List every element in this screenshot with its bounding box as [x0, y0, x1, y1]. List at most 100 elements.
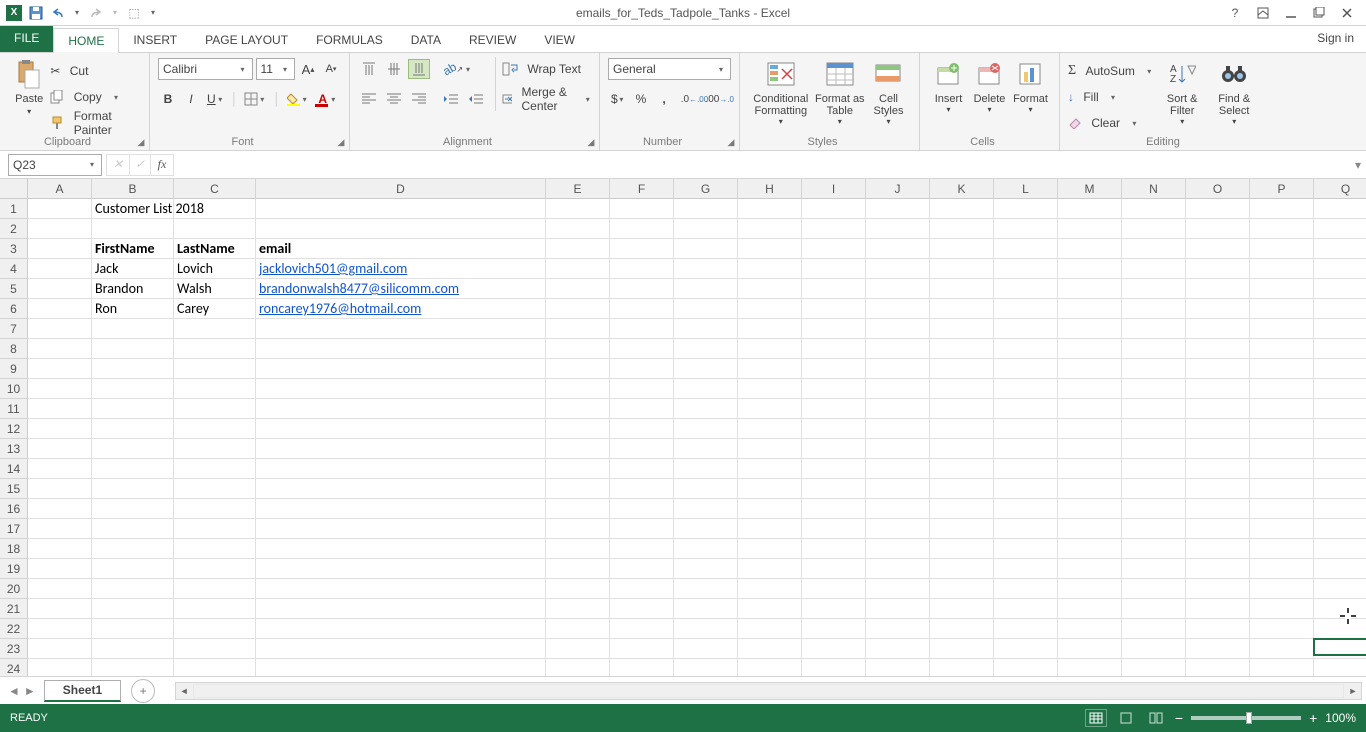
- cell[interactable]: [1314, 639, 1366, 659]
- cell[interactable]: [866, 379, 930, 399]
- cell[interactable]: [1186, 459, 1250, 479]
- cell[interactable]: [28, 439, 92, 459]
- cell[interactable]: [1058, 639, 1122, 659]
- column-header[interactable]: E: [546, 179, 610, 199]
- cell[interactable]: [256, 659, 546, 676]
- cell[interactable]: [546, 359, 610, 379]
- cell[interactable]: [994, 359, 1058, 379]
- cell[interactable]: [1186, 519, 1250, 539]
- cell[interactable]: [1058, 539, 1122, 559]
- cell[interactable]: [930, 199, 994, 219]
- format-as-table-button[interactable]: Format as Table▾: [814, 57, 866, 131]
- cell[interactable]: [1314, 299, 1366, 319]
- cell[interactable]: [930, 279, 994, 299]
- percent-format-icon[interactable]: %: [631, 89, 651, 109]
- cell[interactable]: [994, 259, 1058, 279]
- cell[interactable]: [610, 619, 674, 639]
- cell[interactable]: [256, 559, 546, 579]
- cell[interactable]: [1058, 439, 1122, 459]
- cell[interactable]: [1250, 639, 1314, 659]
- help-icon[interactable]: ?: [1224, 3, 1246, 23]
- page-break-view-icon[interactable]: [1145, 709, 1167, 727]
- decrease-indent-icon[interactable]: [440, 89, 462, 109]
- cell[interactable]: [1122, 639, 1186, 659]
- column-header[interactable]: O: [1186, 179, 1250, 199]
- autosum-button[interactable]: Σ AutoSum ▾: [1068, 59, 1154, 83]
- cell[interactable]: [866, 339, 930, 359]
- cell[interactable]: [866, 639, 930, 659]
- cell[interactable]: [1314, 659, 1366, 676]
- cell[interactable]: [866, 599, 930, 619]
- cell[interactable]: [1186, 239, 1250, 259]
- row-header[interactable]: 9: [0, 359, 28, 379]
- cell[interactable]: [674, 599, 738, 619]
- cell[interactable]: [256, 579, 546, 599]
- cell[interactable]: [546, 559, 610, 579]
- cell[interactable]: [546, 439, 610, 459]
- row-header[interactable]: 6: [0, 299, 28, 319]
- cell[interactable]: [1314, 539, 1366, 559]
- cell[interactable]: [28, 399, 92, 419]
- cut-button[interactable]: ✂ Cut: [50, 59, 141, 83]
- cell[interactable]: [866, 459, 930, 479]
- cell[interactable]: [256, 359, 546, 379]
- cell[interactable]: [1186, 479, 1250, 499]
- row-header[interactable]: 22: [0, 619, 28, 639]
- column-header[interactable]: P: [1250, 179, 1314, 199]
- cell[interactable]: [1250, 199, 1314, 219]
- cell[interactable]: [1314, 279, 1366, 299]
- cell[interactable]: [994, 319, 1058, 339]
- row-header[interactable]: 5: [0, 279, 28, 299]
- tab-insert[interactable]: INSERT: [119, 28, 191, 53]
- cell[interactable]: [1314, 479, 1366, 499]
- cell[interactable]: [92, 379, 174, 399]
- zoom-out-icon[interactable]: −: [1175, 710, 1183, 726]
- cell[interactable]: [1250, 339, 1314, 359]
- cell[interactable]: [930, 419, 994, 439]
- qat-dropdown[interactable]: ▾: [148, 8, 158, 17]
- cell[interactable]: [1186, 359, 1250, 379]
- cell[interactable]: [1250, 219, 1314, 239]
- cell[interactable]: [92, 639, 174, 659]
- align-middle-icon[interactable]: [383, 59, 405, 79]
- cell[interactable]: [610, 299, 674, 319]
- cell[interactable]: [1058, 659, 1122, 676]
- scroll-thumb-h[interactable]: [193, 684, 1344, 698]
- cell[interactable]: [92, 219, 174, 239]
- cell[interactable]: [92, 479, 174, 499]
- cell[interactable]: [174, 439, 256, 459]
- cell[interactable]: [174, 639, 256, 659]
- cell[interactable]: [738, 239, 802, 259]
- align-center-icon[interactable]: [383, 89, 405, 109]
- scroll-right-icon[interactable]: ►: [1345, 683, 1361, 699]
- cell[interactable]: [1250, 299, 1314, 319]
- cell[interactable]: [1186, 579, 1250, 599]
- cell[interactable]: [28, 219, 92, 239]
- cell[interactable]: [1186, 199, 1250, 219]
- cell[interactable]: [610, 559, 674, 579]
- cell[interactable]: [610, 499, 674, 519]
- cell[interactable]: [1186, 299, 1250, 319]
- cell[interactable]: [174, 619, 256, 639]
- cell[interactable]: [610, 579, 674, 599]
- cell[interactable]: [930, 659, 994, 676]
- sort-filter-button[interactable]: AZSort & Filter▾: [1158, 57, 1206, 131]
- minimize-icon[interactable]: [1280, 3, 1302, 23]
- cell[interactable]: [738, 559, 802, 579]
- cell[interactable]: [738, 419, 802, 439]
- cell[interactable]: [1058, 239, 1122, 259]
- cell[interactable]: [1250, 519, 1314, 539]
- tab-formulas[interactable]: FORMULAS: [302, 28, 397, 53]
- cell[interactable]: [1058, 359, 1122, 379]
- cell[interactable]: [802, 359, 866, 379]
- insert-function-icon[interactable]: fx: [151, 154, 173, 176]
- column-header[interactable]: F: [610, 179, 674, 199]
- cell[interactable]: [28, 639, 92, 659]
- row-header[interactable]: 8: [0, 339, 28, 359]
- cell[interactable]: [994, 619, 1058, 639]
- cell[interactable]: [1186, 259, 1250, 279]
- cell[interactable]: [28, 519, 92, 539]
- cell[interactable]: [802, 659, 866, 676]
- cell[interactable]: [1058, 319, 1122, 339]
- cell[interactable]: [802, 339, 866, 359]
